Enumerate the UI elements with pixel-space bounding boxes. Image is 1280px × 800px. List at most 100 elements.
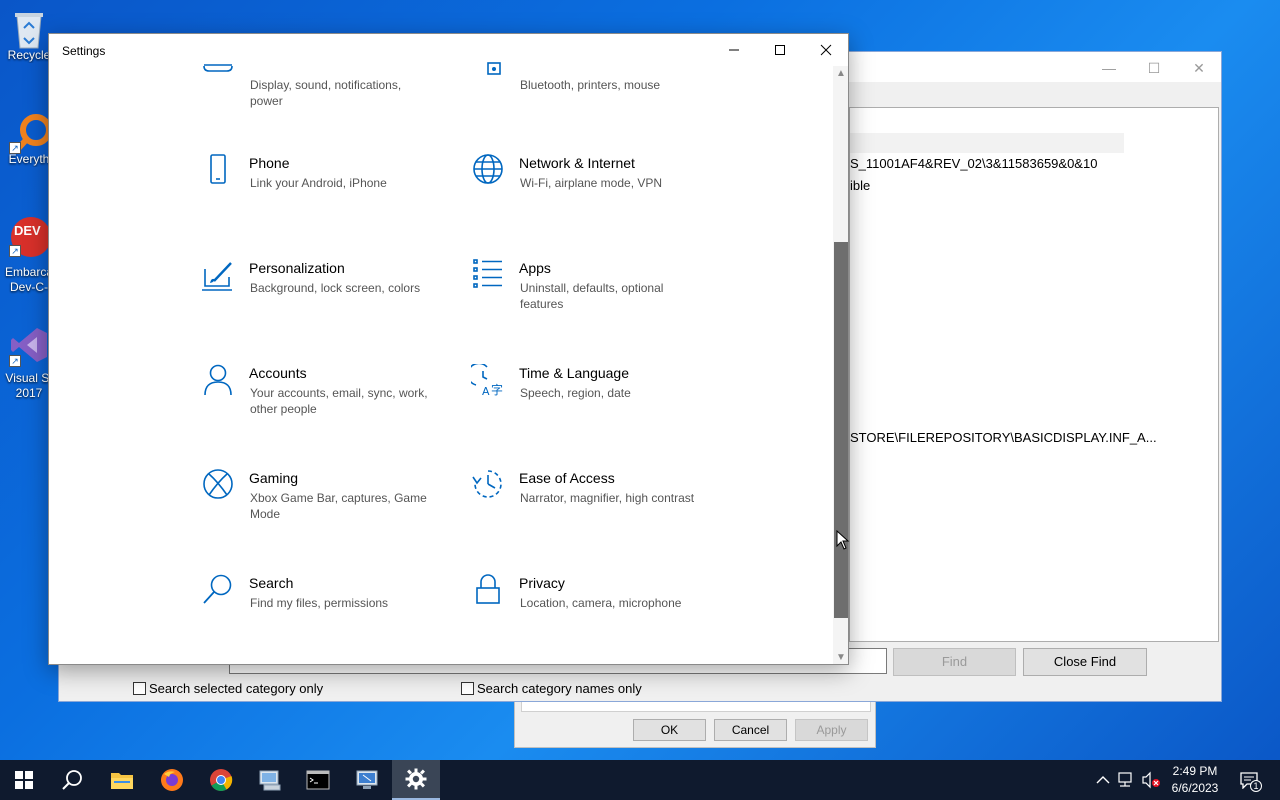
tile-subtitle: Uninstall, defaults, optional features [520, 281, 664, 311]
checkbox-box[interactable] [133, 682, 146, 695]
settings-tile-personalization[interactable]: Personalization Background, lock screen,… [201, 259, 441, 329]
taskbar-system-window[interactable] [343, 760, 391, 800]
maximize-button[interactable] [757, 34, 803, 66]
chevron-up-icon [1096, 776, 1110, 784]
tile-subtitle: Link your Android, iPhone [250, 176, 387, 190]
dialog-content-edge [521, 702, 871, 712]
apply-button[interactable]: Apply [795, 719, 868, 741]
settings-tile-apps[interactable]: Apps Uninstall, defaults, optional featu… [471, 259, 711, 329]
devices-icon [487, 62, 501, 75]
close-icon[interactable]: ✕ [1189, 58, 1209, 78]
folder-icon [111, 773, 133, 789]
taskbar-file-explorer[interactable] [98, 760, 146, 800]
dev-cpp-icon: DEV ↗ [9, 215, 51, 257]
action-center-button[interactable]: 1 [1234, 760, 1264, 800]
close-find-button[interactable]: Close Find [1023, 648, 1147, 676]
ease-of-access-icon [472, 470, 502, 498]
tile-subtitle: Find my files, permissions [250, 596, 389, 610]
panel-text-compatible: ible [850, 178, 871, 193]
panel-text-hardware-id: S_11001AF4&REV_02\3&11583659&0&10 [850, 156, 1098, 171]
system-properties-icon [356, 770, 378, 789]
vertical-scrollbar[interactable]: ▲ ▼ [833, 66, 848, 664]
taskbar-firefox[interactable] [148, 760, 196, 800]
apps-list-icon [473, 259, 502, 288]
taskbar-settings[interactable] [392, 760, 440, 800]
tile-title: Phone [249, 155, 290, 171]
recycle-bin-icon [9, 8, 49, 49]
taskbar-clock[interactable]: 2:49 PM 6/6/2023 [1160, 763, 1230, 797]
start-button[interactable] [0, 760, 48, 800]
minimize-button[interactable] [711, 34, 757, 66]
settings-tile-gaming[interactable]: Gaming Xbox Game Bar, captures, Game Mod… [201, 469, 441, 539]
tile-title: Accounts [249, 365, 307, 381]
taskbar-device-manager[interactable] [246, 760, 294, 800]
minimize-icon [729, 49, 739, 51]
lock-icon [476, 574, 500, 604]
search-category-names-checkbox[interactable]: Search category names only [461, 681, 642, 696]
gear-icon [405, 768, 427, 790]
network-disconnected-icon [1118, 772, 1132, 787]
command-prompt-icon [306, 770, 330, 790]
notification-count-badge: 1 [1250, 780, 1262, 792]
tray-overflow-button[interactable] [1092, 760, 1114, 800]
settings-titlebar: Settings [49, 34, 848, 66]
settings-window: Settings Display, sound, notifications, … [48, 33, 849, 665]
tray-network-button[interactable] [1116, 760, 1138, 800]
search-icon [62, 770, 82, 790]
taskbar-search-button[interactable] [48, 760, 96, 800]
settings-tile-accounts[interactable]: Accounts Your accounts, email, sync, wor… [201, 364, 441, 434]
volume-muted-icon [1142, 771, 1160, 789]
maximize-icon[interactable]: ☐ [1144, 58, 1164, 78]
visual-studio-icon: ↗ [9, 325, 49, 367]
settings-tile-phone[interactable]: Phone Link your Android, iPhone [201, 154, 441, 224]
search-icon [203, 574, 232, 604]
checkbox-box[interactable] [461, 682, 474, 695]
tile-subtitle: Display, sound, notifications, power [250, 78, 402, 108]
tile-subtitle: Narrator, magnifier, high contrast [520, 491, 695, 505]
tile-title: Privacy [519, 575, 565, 591]
time-language-icon: A字 [471, 364, 503, 398]
minimize-icon[interactable]: — [1099, 58, 1119, 78]
settings-tile-devices[interactable]: Bluetooth, printers, mouse [471, 44, 711, 114]
tile-subtitle: Background, lock screen, colors [250, 281, 421, 295]
svg-text:A: A [482, 385, 490, 398]
selected-row [850, 133, 1124, 153]
clock-time: 2:49 PM [1172, 764, 1218, 778]
scroll-down-arrow-icon[interactable]: ▼ [833, 650, 848, 664]
phone-icon [210, 154, 226, 184]
settings-tile-network[interactable]: Network & Internet Wi-Fi, airplane mode,… [471, 154, 711, 224]
settings-tile-ease-of-access[interactable]: Ease of Access Narrator, magnifier, high… [471, 469, 711, 539]
close-button[interactable] [803, 34, 848, 66]
taskbar-chrome[interactable] [197, 760, 245, 800]
tile-subtitle: Bluetooth, printers, mouse [520, 78, 661, 92]
find-button[interactable]: Find [893, 648, 1016, 676]
settings-tile-time-language[interactable]: A字 Time & Language Speech, region, date [471, 364, 711, 434]
tile-title: Apps [519, 260, 551, 276]
cancel-button[interactable]: Cancel [714, 719, 787, 741]
clock-date: 6/6/2023 [1171, 781, 1219, 795]
settings-tile-search[interactable]: Search Find my files, permissions [201, 574, 441, 644]
window-title: Settings [62, 44, 106, 58]
properties-dialog: OK Cancel Apply [514, 702, 876, 748]
personalization-icon [202, 262, 232, 291]
scrollbar-thumb[interactable] [834, 242, 848, 618]
dev-cpp-glyph-text: DEV [14, 223, 41, 238]
settings-tile-privacy[interactable]: Privacy Location, camera, microphone [471, 574, 711, 644]
settings-tile-system[interactable]: Display, sound, notifications, power [201, 44, 441, 114]
tile-title: Time & Language [519, 365, 629, 381]
globe-icon [473, 154, 503, 184]
taskbar-command-prompt[interactable] [294, 760, 342, 800]
tile-title: Search [249, 575, 294, 591]
mouse-cursor-icon [836, 530, 850, 550]
tile-subtitle: Speech, region, date [520, 386, 631, 400]
device-manager-icon [259, 770, 281, 791]
search-selected-category-checkbox[interactable]: Search selected category only [133, 681, 323, 696]
checkbox-label: Search selected category only [149, 681, 324, 696]
checkbox-label: Search category names only [477, 681, 642, 696]
tray-volume-button[interactable] [1140, 760, 1162, 800]
tile-title: Network & Internet [519, 155, 635, 171]
tile-title: Gaming [249, 470, 299, 486]
person-icon [204, 364, 232, 396]
ok-button[interactable]: OK [633, 719, 706, 741]
scroll-up-arrow-icon[interactable]: ▲ [833, 66, 848, 82]
